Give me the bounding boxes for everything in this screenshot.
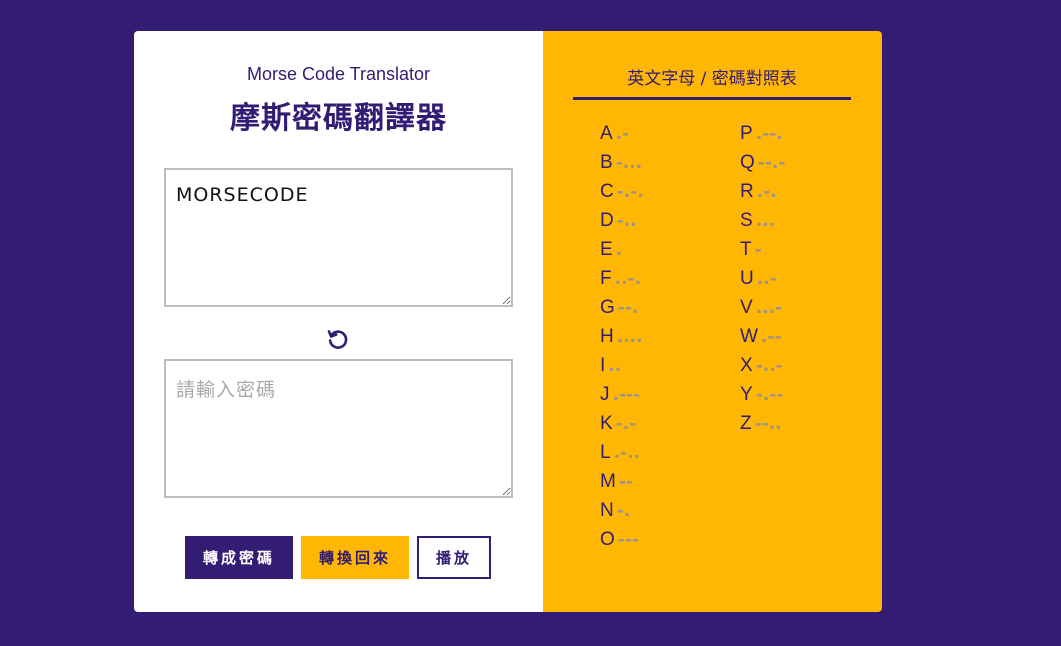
reference-row: A .- bbox=[600, 119, 644, 148]
reference-code: ... bbox=[755, 211, 776, 231]
reference-row: O --- bbox=[600, 525, 644, 554]
reference-row: C -.-. bbox=[600, 177, 644, 206]
reference-letter: W bbox=[740, 326, 758, 347]
reference-code: --.- bbox=[757, 153, 786, 173]
reference-letter: V bbox=[740, 297, 753, 318]
reference-code: - bbox=[754, 240, 762, 260]
translator-card: Morse Code Translator 摩斯密碼翻譯器 MORSECODE … bbox=[134, 31, 882, 612]
reference-row: P .--. bbox=[740, 119, 785, 148]
play-button[interactable]: 播放 bbox=[417, 536, 491, 579]
reference-code: .-. bbox=[756, 182, 777, 202]
reference-letter: X bbox=[740, 355, 753, 376]
plain-text-input[interactable]: MORSECODE bbox=[164, 168, 513, 307]
reference-letter: G bbox=[600, 297, 615, 318]
reference-row: Y -.-- bbox=[740, 380, 785, 409]
reference-panel: 英文字母 / 密碼對照表 A .- B -... C -.-. D -.. E. F..… bbox=[543, 31, 882, 612]
reference-letter: I bbox=[600, 355, 606, 376]
reference-letter: D bbox=[600, 210, 614, 231]
reference-code: -.. bbox=[616, 211, 637, 231]
reference-row: R .-. bbox=[740, 177, 785, 206]
reference-letter: M bbox=[600, 471, 616, 492]
reference-code: -. bbox=[616, 501, 631, 521]
reference-code: .. bbox=[608, 356, 622, 376]
reference-letter: H bbox=[600, 326, 614, 347]
reference-row: X -..- bbox=[740, 351, 785, 380]
reference-code: . bbox=[615, 240, 623, 260]
reference-letter: C bbox=[600, 181, 614, 202]
reference-letter: B bbox=[600, 152, 613, 173]
reference-row: Q --.- bbox=[740, 148, 785, 177]
reference-code: .-.. bbox=[613, 443, 641, 463]
reference-row: T- bbox=[740, 235, 785, 264]
reference-row: B -... bbox=[600, 148, 644, 177]
reference-code: .--. bbox=[755, 124, 783, 144]
reference-code: .- bbox=[615, 124, 630, 144]
reference-row: I.. bbox=[600, 351, 644, 380]
reference-row: Z --.. bbox=[740, 409, 785, 438]
reference-column-2: P .--. Q --.- R .-. S... T- U ..- V ...- W .--… bbox=[740, 119, 785, 438]
reference-code: -- bbox=[618, 472, 633, 492]
reference-letter: L bbox=[600, 442, 611, 463]
reference-code: .-- bbox=[760, 327, 782, 347]
encode-button[interactable]: 轉成密碼 bbox=[185, 536, 293, 579]
rotate-icon[interactable] bbox=[326, 327, 350, 351]
reference-row: V ...- bbox=[740, 293, 785, 322]
reference-row: N -. bbox=[600, 496, 644, 525]
reference-row: U ..- bbox=[740, 264, 785, 293]
reference-letter: E bbox=[600, 239, 613, 260]
reference-letter: Y bbox=[740, 384, 753, 405]
reference-letter: Z bbox=[740, 413, 752, 434]
reference-row: E. bbox=[600, 235, 644, 264]
reference-column-1: A .- B -... C -.-. D -.. E. F ..-. G --. H....… bbox=[600, 119, 644, 554]
reference-letter: P bbox=[740, 123, 753, 144]
reference-code: .... bbox=[616, 327, 643, 347]
reference-code: --.. bbox=[754, 414, 782, 434]
reference-row: M -- bbox=[600, 467, 644, 496]
app-subtitle: Morse Code Translator bbox=[246, 64, 431, 84]
reference-code: --- bbox=[617, 530, 639, 550]
reference-row: D -.. bbox=[600, 206, 644, 235]
reference-divider bbox=[573, 97, 851, 100]
reference-row: F ..-. bbox=[600, 264, 644, 293]
reference-letter: A bbox=[600, 123, 613, 144]
reference-code: -.-- bbox=[755, 385, 784, 405]
reference-letter: Q bbox=[740, 152, 755, 173]
reference-code: -..- bbox=[755, 356, 783, 376]
reference-row: K -.- bbox=[600, 409, 644, 438]
reference-title: 英文字母 / 密碼對照表 bbox=[627, 69, 797, 89]
reference-code: -... bbox=[615, 153, 643, 173]
reference-code: ..-. bbox=[614, 269, 642, 289]
app-title: 摩斯密碼翻譯器 bbox=[230, 101, 447, 136]
reference-letter: O bbox=[600, 529, 615, 550]
translator-panel: Morse Code Translator 摩斯密碼翻譯器 MORSECODE … bbox=[134, 31, 543, 612]
reference-row: W .-- bbox=[740, 322, 785, 351]
reference-letter: N bbox=[600, 500, 614, 521]
reference-row: G --. bbox=[600, 293, 644, 322]
reference-letter: U bbox=[740, 268, 754, 289]
reference-row: L .-.. bbox=[600, 438, 644, 467]
reference-letter: J bbox=[600, 384, 610, 405]
reference-row: S... bbox=[740, 206, 785, 235]
reference-letter: S bbox=[740, 210, 753, 231]
reference-letter: K bbox=[600, 413, 613, 434]
reference-code: .--- bbox=[612, 385, 641, 405]
reference-code: -.-. bbox=[616, 182, 644, 202]
reference-letter: F bbox=[600, 268, 612, 289]
reference-code: --. bbox=[617, 298, 639, 318]
reference-code: ..- bbox=[756, 269, 777, 289]
reference-row: J .--- bbox=[600, 380, 644, 409]
morse-code-input[interactable] bbox=[164, 359, 513, 498]
decode-button[interactable]: 轉換回來 bbox=[301, 536, 409, 579]
reference-letter: R bbox=[740, 181, 754, 202]
reference-row: H.... bbox=[600, 322, 644, 351]
reference-code: -.- bbox=[615, 414, 637, 434]
reference-code: ...- bbox=[755, 298, 783, 318]
reference-letter: T bbox=[740, 239, 752, 260]
